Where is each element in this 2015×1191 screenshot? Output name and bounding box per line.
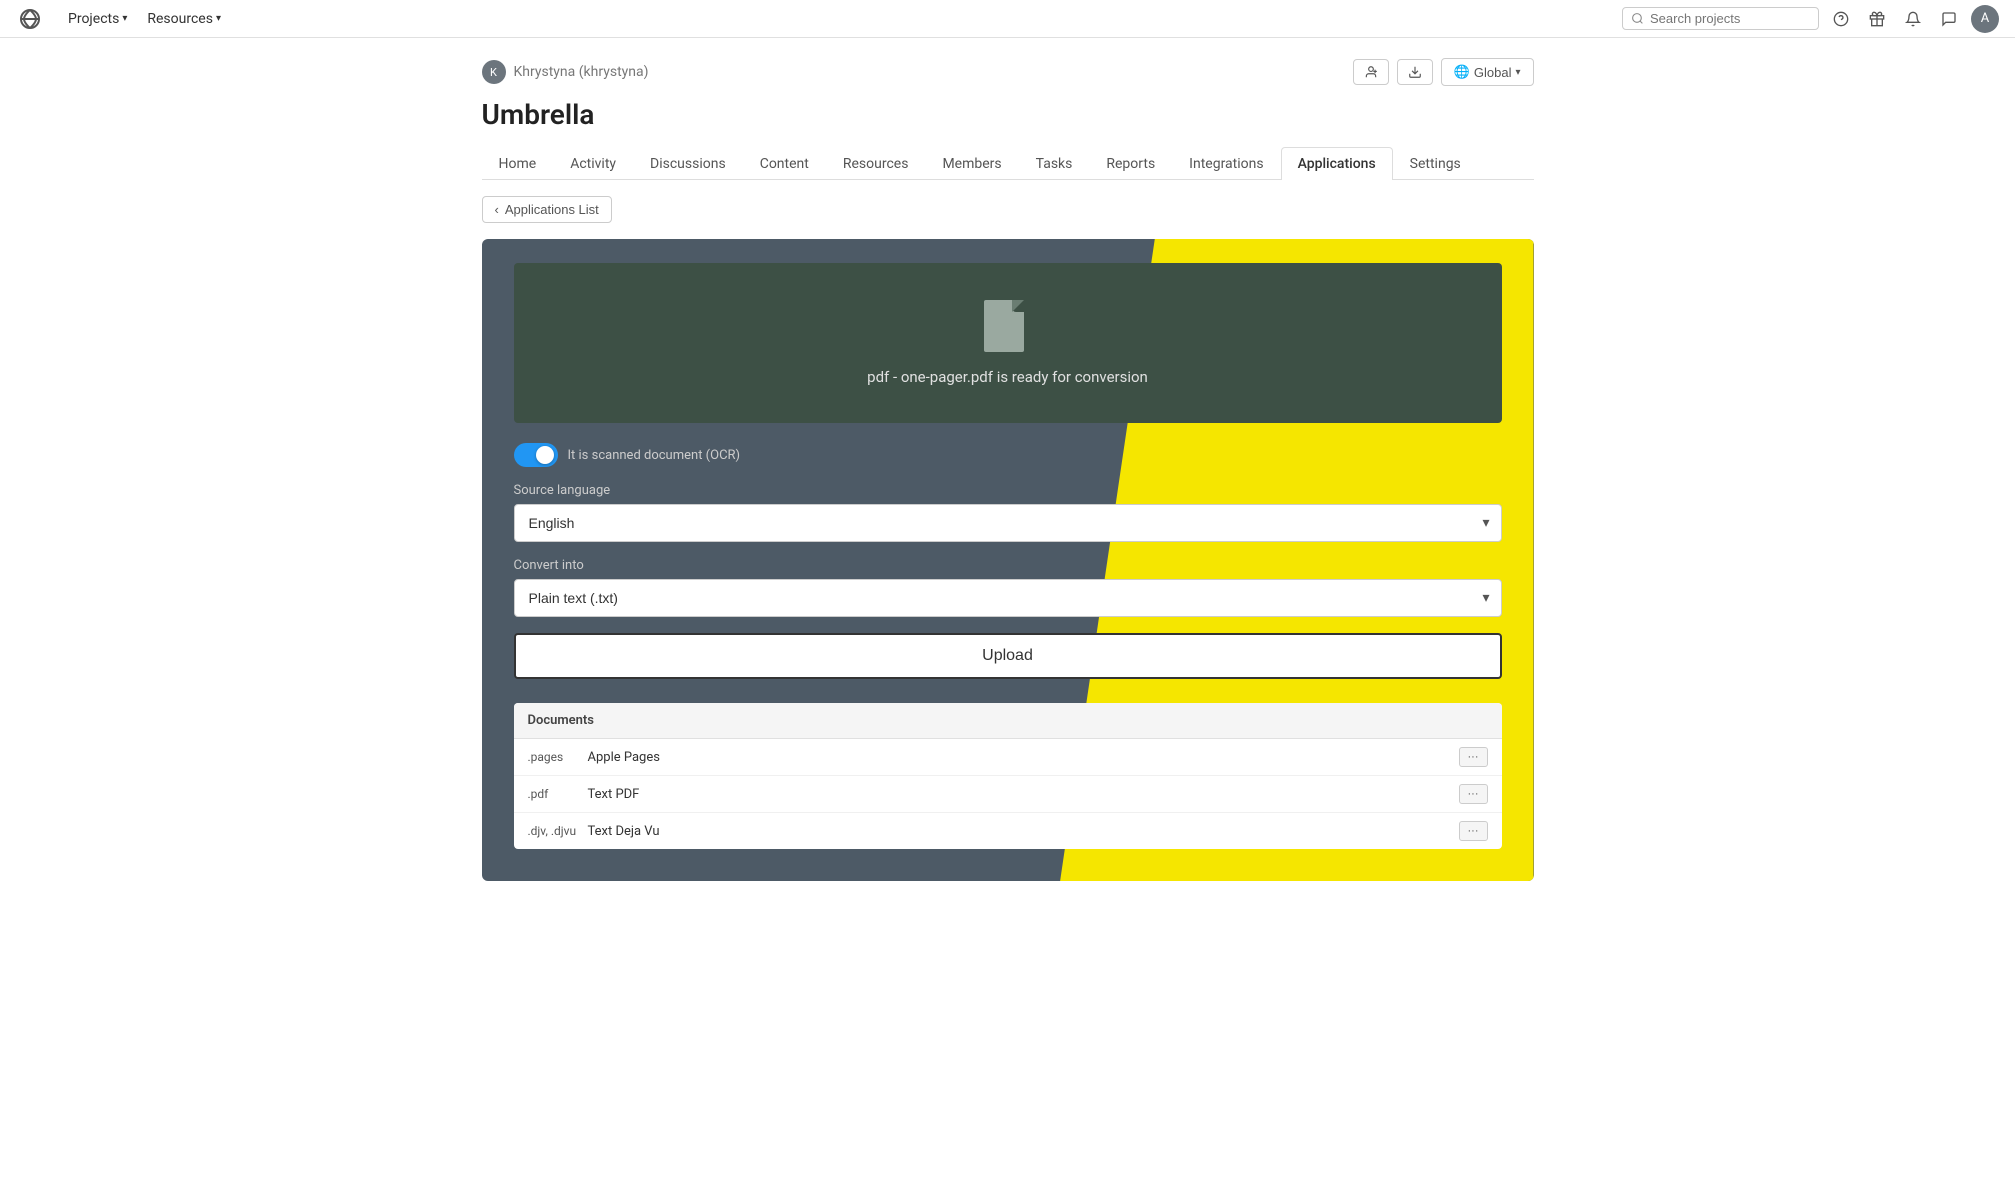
tabs: Home Activity Discussions Content Resour…	[482, 147, 1534, 180]
table-row: .djv, .djvu Text Deja Vu ···	[514, 813, 1502, 849]
help-icon-btn[interactable]	[1827, 5, 1855, 33]
doc-name-1: Apple Pages	[588, 750, 1459, 765]
convert-into-select-wrapper: Plain text (.txt) Microsoft Word (.docx)…	[514, 579, 1502, 617]
projects-chevron-icon: ▾	[122, 13, 127, 24]
doc-actions-1: ···	[1459, 747, 1488, 767]
tab-activity[interactable]: Activity	[553, 147, 633, 180]
source-language-select[interactable]: English French Spanish German Italian	[514, 504, 1502, 542]
doc-actions-2: ···	[1459, 784, 1488, 804]
user-avatar: K	[482, 60, 506, 84]
add-member-icon	[1364, 65, 1378, 79]
breadcrumb-row: ‹ Applications List	[482, 196, 1534, 223]
card-inner: pdf - one-pager.pdf is ready for convers…	[482, 239, 1534, 881]
doc-ext-3: .djv, .djvu	[528, 824, 588, 838]
bell-icon-btn[interactable]	[1899, 5, 1927, 33]
applications-list-breadcrumb[interactable]: ‹ Applications List	[482, 196, 612, 223]
globe-icon: 🌐	[1454, 64, 1470, 80]
doc-name-2: Text PDF	[588, 787, 1459, 802]
source-language-label: Source language	[514, 483, 1502, 498]
source-language-select-wrapper: English French Spanish German Italian	[514, 504, 1502, 542]
ocr-toggle[interactable]	[514, 443, 558, 467]
navbar-nav: Projects ▾ Resources ▾	[60, 7, 229, 31]
ocr-label: It is scanned document (OCR)	[568, 448, 741, 463]
navbar-right: A	[1622, 5, 1999, 33]
doc-action-btn-1[interactable]: ···	[1459, 747, 1488, 767]
user-info: K Khrystyna (khrystyna)	[482, 60, 649, 84]
tab-home[interactable]: Home	[482, 147, 554, 180]
doc-ext-1: .pages	[528, 750, 588, 764]
ocr-row: It is scanned document (OCR)	[514, 443, 1502, 467]
documents-table: Documents .pages Apple Pages ··· .pdf Te…	[514, 703, 1502, 849]
tab-integrations[interactable]: Integrations	[1172, 147, 1280, 180]
documents-header: Documents	[514, 703, 1502, 739]
search-box[interactable]	[1622, 7, 1819, 30]
user-actions: 🌐 Global ▾	[1353, 58, 1534, 86]
add-member-button[interactable]	[1353, 59, 1389, 85]
tab-discussions[interactable]: Discussions	[633, 147, 743, 180]
resources-nav-item[interactable]: Resources ▾	[139, 7, 229, 31]
resources-chevron-icon: ▾	[216, 13, 221, 24]
help-icon	[1833, 11, 1849, 27]
global-button[interactable]: 🌐 Global ▾	[1441, 58, 1534, 86]
convert-into-select[interactable]: Plain text (.txt) Microsoft Word (.docx)…	[514, 579, 1502, 617]
gift-icon	[1869, 11, 1885, 27]
tab-applications[interactable]: Applications	[1281, 147, 1393, 180]
tab-reports[interactable]: Reports	[1089, 147, 1172, 180]
doc-ext-2: .pdf	[528, 787, 588, 801]
resources-label: Resources	[147, 11, 213, 27]
tab-content[interactable]: Content	[743, 147, 826, 180]
user-row: K Khrystyna (khrystyna)	[482, 58, 1534, 86]
table-row: .pages Apple Pages ···	[514, 739, 1502, 776]
convert-into-label: Convert into	[514, 558, 1502, 573]
avatar-btn[interactable]: A	[1971, 5, 1999, 33]
converter-card: pdf - one-pager.pdf is ready for convers…	[482, 239, 1534, 881]
projects-nav-item[interactable]: Projects ▾	[60, 7, 135, 31]
project-title: Umbrella	[482, 98, 1534, 131]
doc-action-btn-3[interactable]: ···	[1459, 821, 1488, 841]
chat-icon	[1941, 11, 1957, 27]
upload-button[interactable]: Upload	[514, 633, 1502, 679]
file-icon	[984, 300, 1032, 356]
global-chevron-icon: ▾	[1515, 67, 1520, 78]
logo[interactable]	[16, 5, 44, 33]
user-name: Khrystyna (khrystyna)	[514, 64, 649, 80]
tab-settings[interactable]: Settings	[1393, 147, 1478, 180]
doc-action-btn-2[interactable]: ···	[1459, 784, 1488, 804]
download-icon	[1408, 65, 1422, 79]
download-button[interactable]	[1397, 59, 1433, 85]
doc-name-3: Text Deja Vu	[588, 824, 1459, 839]
table-row: .pdf Text PDF ···	[514, 776, 1502, 813]
doc-actions-3: ···	[1459, 821, 1488, 841]
tab-resources[interactable]: Resources	[826, 147, 926, 180]
file-preview-area: pdf - one-pager.pdf is ready for convers…	[514, 263, 1502, 423]
projects-label: Projects	[68, 11, 119, 27]
tab-members[interactable]: Members	[925, 147, 1018, 180]
tab-tasks[interactable]: Tasks	[1019, 147, 1090, 180]
page-content: K Khrystyna (khrystyna)	[458, 38, 1558, 901]
bell-icon	[1905, 11, 1921, 27]
navbar: Projects ▾ Resources ▾	[0, 0, 2015, 38]
chat-icon-btn[interactable]	[1935, 5, 1963, 33]
search-icon	[1631, 12, 1644, 25]
gift-icon-btn[interactable]	[1863, 5, 1891, 33]
search-input[interactable]	[1650, 11, 1810, 26]
file-ready-text: pdf - one-pager.pdf is ready for convers…	[867, 368, 1148, 386]
breadcrumb-back-icon: ‹	[495, 202, 499, 217]
